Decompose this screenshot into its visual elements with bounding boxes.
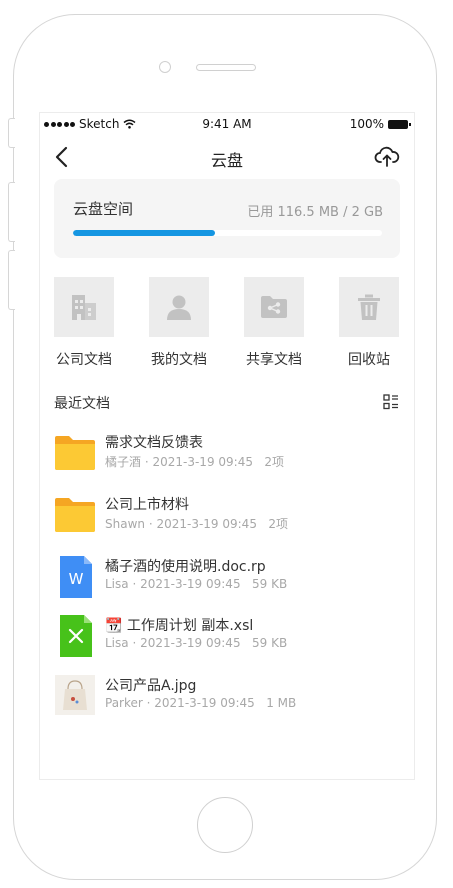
file-meta: Lisa · 2021-3-19 09:45 59 KB bbox=[105, 577, 288, 591]
file-name: 需求文档反馈表 bbox=[105, 435, 203, 451]
category-tile bbox=[244, 277, 304, 337]
list-view-icon[interactable] bbox=[383, 394, 399, 410]
file-row[interactable]: 公司产品A.jpg Parker · 2021-3-19 09:45 1 MB bbox=[54, 675, 400, 721]
storage-title: 云盘空间 bbox=[73, 200, 134, 218]
trash-icon bbox=[358, 294, 380, 320]
file-row[interactable]: W 橘子酒的使用说明.doc.rp Lisa · 2021-3-19 09:45… bbox=[54, 556, 400, 602]
folder-icon bbox=[55, 498, 95, 532]
image-thumbnail-icon bbox=[55, 675, 95, 715]
storage-progress-bar bbox=[73, 230, 382, 236]
category-tile bbox=[54, 277, 114, 337]
category-tile bbox=[339, 277, 399, 337]
file-name: 📆 工作周计划 副本.xsl bbox=[105, 618, 254, 634]
storage-progress-fill bbox=[73, 230, 216, 236]
volume-up-button bbox=[8, 182, 15, 242]
category-shared-docs[interactable]: 共享文档 bbox=[234, 277, 314, 369]
folder-icon bbox=[55, 436, 95, 470]
category-label: 回收站 bbox=[348, 352, 390, 368]
file-row[interactable]: 📆 工作周计划 副本.xsl Lisa · 2021-3-19 09:45 59… bbox=[54, 615, 400, 661]
mute-switch bbox=[8, 118, 15, 148]
file-row[interactable]: 需求文档反馈表 橘子酒 · 2021-3-19 09:45 2项 bbox=[54, 432, 400, 478]
category-label: 公司文档 bbox=[56, 352, 112, 368]
storage-used-text: 已用 116.5 MB / 2 GB bbox=[247, 205, 383, 220]
category-tile bbox=[149, 277, 209, 337]
file-row[interactable]: 公司上市材料 Shawn · 2021-3-19 09:45 2项 bbox=[54, 494, 400, 540]
excel-sheet-icon bbox=[60, 615, 92, 657]
category-label: 共享文档 bbox=[246, 352, 302, 368]
category-recycle-bin[interactable]: 回收站 bbox=[329, 277, 409, 369]
category-label: 我的文档 bbox=[151, 352, 207, 368]
battery-percent: 100% bbox=[349, 117, 384, 131]
building-icon bbox=[72, 295, 96, 320]
volume-down-button bbox=[8, 250, 15, 310]
shared-folder-icon bbox=[261, 296, 287, 318]
status-bar: Sketch 9:41 AM 100% bbox=[40, 113, 414, 135]
app-screen: Sketch 9:41 AM 100% 云盘 云盘空间 已用 116.5 MB … bbox=[39, 112, 415, 780]
earpiece-speaker bbox=[196, 64, 256, 71]
svg-text:W: W bbox=[69, 570, 84, 588]
file-meta: Shawn · 2021-3-19 09:45 2项 bbox=[105, 517, 289, 531]
word-doc-icon: W bbox=[60, 556, 92, 598]
recent-docs-title: 最近文档 bbox=[54, 396, 110, 412]
user-icon bbox=[167, 295, 191, 320]
storage-card[interactable]: 云盘空间 已用 116.5 MB / 2 GB bbox=[54, 179, 400, 258]
page-title: 云盘 bbox=[210, 151, 243, 170]
file-meta: Lisa · 2021-3-19 09:45 59 KB bbox=[105, 636, 288, 650]
front-camera bbox=[159, 61, 171, 73]
file-name: 橘子酒的使用说明.doc.rp bbox=[105, 559, 266, 575]
file-name: 公司产品A.jpg bbox=[105, 678, 197, 694]
category-my-docs[interactable]: 我的文档 bbox=[139, 277, 219, 369]
home-button[interactable] bbox=[197, 797, 253, 853]
nav-bar: 云盘 bbox=[40, 135, 414, 179]
cloud-upload-icon[interactable] bbox=[374, 145, 400, 169]
file-name: 公司上市材料 bbox=[105, 497, 189, 513]
category-company-docs[interactable]: 公司文档 bbox=[44, 277, 124, 369]
file-meta: Parker · 2021-3-19 09:45 1 MB bbox=[105, 696, 297, 710]
file-meta: 橘子酒 · 2021-3-19 09:45 2项 bbox=[105, 455, 285, 469]
battery-icon bbox=[388, 119, 411, 129]
